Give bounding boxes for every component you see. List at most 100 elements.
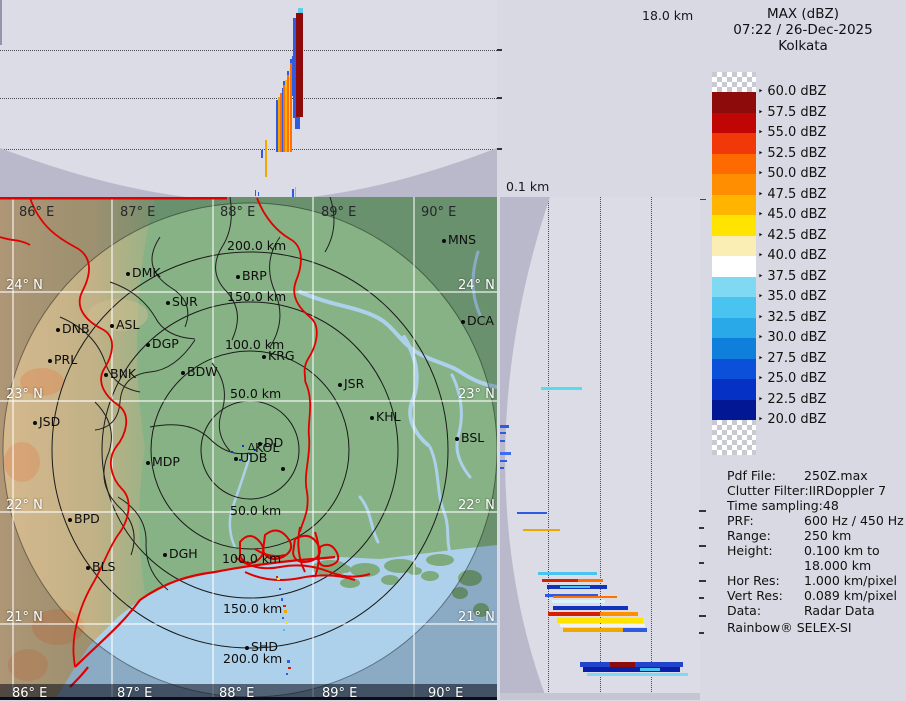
lat-label: 24° N [6,278,43,293]
dbz-scale-label: ‣ 22.5 dBZ [758,391,827,407]
station-dot-BLS [86,566,90,570]
dbz-scale-label: ‣ 20.0 dBZ [758,412,827,427]
echo-bar [517,512,547,514]
station-label-KHL: KHL [376,409,401,424]
metadata-label: Time sampling: [727,498,823,513]
echo-bar [500,425,509,428]
range-ring-label: 150.0 km [227,289,287,304]
radar-map: 86° E 87° E 88° E 89° E 90° E 86° E 87° E 88° E… [0,197,497,701]
metadata-label: PRF: [727,513,754,528]
dbz-scale-transparent-below [712,420,756,455]
metadata-label: Range: [727,528,771,543]
echo-bar [295,117,300,129]
lat-label: 22° N [458,498,495,513]
station-dot-JSR [338,383,342,387]
lon-label: 86° E [19,205,55,220]
product-title: MAX (dBZ) [766,6,840,22]
echo-bar [553,606,628,610]
echo-bar [560,586,590,588]
min-height-label: 0.1 km [506,179,550,194]
metadata-value: 600 Hz / 450 Hz [804,513,904,528]
station-label-MNS: MNS [448,232,477,247]
lon-label: 89° E [322,686,358,701]
echo-bar [298,8,303,13]
scale-arrow-icon: ‣ [758,394,764,405]
echo-bar [548,612,600,616]
dbz-scale-label: ‣ 35.0 dBZ [758,289,827,304]
station-label-ASL: ASL [116,317,140,332]
lon-label: 88° E [220,205,256,220]
panel-bottom-strip [500,693,700,700]
metadata-value: 18.000 km [804,558,872,573]
metadata-value: 250Z.max [804,468,868,483]
scale-arrow-icon: ‣ [758,251,764,261]
station-dot-BSL [455,437,459,441]
scale-arrow-icon: ‣ [758,210,764,220]
echo-bar [563,628,623,632]
dbz-scale-label: ‣ 37.5 dBZ [758,268,827,284]
range-ring-label: 150.0 km [223,601,283,616]
echo-bar [296,13,303,117]
lon-label: 87° E [120,205,156,220]
station-dot-DNB [56,328,60,332]
dbz-scale-label: ‣ 25.0 dBZ [758,371,827,386]
dbz-scale-block [712,235,756,256]
station-dot-JSD [33,421,37,425]
echo-bar [542,579,578,582]
lat-label: 21° N [6,610,43,625]
station-dot-ASL [110,324,114,328]
metadata-row: Clutter Filter: IIRDoppler 7 [727,483,886,498]
station-dot-DGP [146,343,150,347]
echo-bar [0,0,2,45]
station-dot-BPD [68,518,72,522]
station-label-JSD: JSD [39,414,61,429]
lon-label: 88° E [219,686,255,701]
dbz-scale-label: ‣ 60.0 dBZ [758,84,827,99]
dbz-scale-label: ‣ 42.5 dBZ [758,227,827,243]
echo-bar [500,440,505,442]
station-label-BDW: BDW [187,364,218,379]
lon-label: 90° E [421,205,457,220]
dbz-scale-block [712,256,756,277]
lon-label: 89° E [321,205,357,220]
scale-arrow-icon: ‣ [758,87,764,97]
height-profile-panel-top [0,0,497,197]
lon-label: 90° E [428,686,464,701]
station-label-PRL: PRL [54,352,78,367]
radar-site-name: Kolkata [778,38,828,54]
metadata-value: 0.089 km/pixel [804,588,897,603]
axis-tick [497,49,502,51]
lat-label: 24° N [458,278,495,293]
lon-label: 86° E [12,686,48,701]
echo-bar [560,624,645,627]
metadata-row: Vert Res: 0.089 km/pixel [727,588,897,603]
dbz-scale-label: ‣ 30.0 dBZ [758,330,827,345]
metadata-value: 48 [822,498,839,513]
lat-label: 21° N [458,610,495,625]
dbz-scale-label: ‣ 52.5 dBZ [758,145,827,161]
dbz-scale-block [712,112,756,133]
station-label-BNK: BNK [110,366,137,381]
range-ring-label: 50.0 km [230,503,282,518]
station-label-BRP: BRP [242,268,267,283]
scale-arrow-icon: ‣ [758,374,764,384]
station-label-JSR: JSR [344,376,365,391]
station-label-SUR: SUR [172,294,198,309]
radar-site-marker: Δ [248,442,255,453]
station-label-DNB: DNB [62,321,90,336]
echo-bar [552,600,605,603]
metadata-label: Pdf File: [727,468,776,483]
range-ring-label: 100.0 km [222,551,282,566]
dbz-scale-block [712,92,756,113]
echo-bar [295,187,296,197]
metadata-value: Radar Data [804,603,875,618]
station-label-DMK: DMK [132,265,161,280]
scale-arrow-icon: ‣ [758,353,764,364]
metadata-label: Vert Res: [727,588,783,603]
station-label-DGP: DGP [152,336,179,351]
scale-arrow-icon: ‣ [758,148,764,159]
dbz-scale-label: ‣ 40.0 dBZ [758,248,827,263]
echo-bar [265,140,267,177]
echo-bar [538,572,597,575]
radar-application-window: { "header": { "title": "MAX (dBZ)", "tim… [0,0,906,701]
